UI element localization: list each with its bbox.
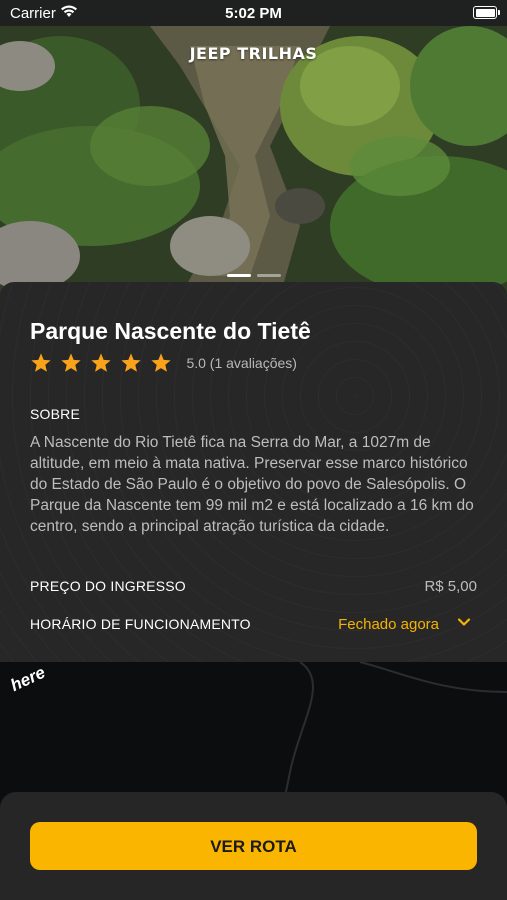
price-label: PREÇO DO INGRESSO (30, 578, 186, 594)
route-button[interactable]: VER ROTA (30, 822, 477, 870)
bottom-action-panel: VER ROTA (0, 792, 507, 900)
status-bar: Carrier 5:02 PM (0, 0, 507, 26)
star-icon (121, 353, 141, 372)
carousel-dot[interactable] (226, 274, 251, 277)
forest-stream-photo (0, 26, 507, 296)
hero-image[interactable]: JEEP TRILHAS (0, 26, 507, 296)
star-icon (151, 353, 171, 372)
price-value: R$ 5,00 (424, 578, 477, 595)
status-time: 5:02 PM (225, 5, 282, 22)
carousel-dot[interactable] (256, 274, 281, 277)
hours-status[interactable]: Fechado agora (338, 616, 439, 633)
place-title: Parque Nascente do Tietê (30, 318, 311, 344)
star-icon (91, 353, 111, 372)
hours-label: HORÁRIO DE FUNCIONAMENTO (30, 616, 251, 632)
star-icon (61, 353, 81, 372)
place-details-card: Parque Nascente do Tietê 5.0 (1 avaliaçõ… (0, 282, 507, 662)
carousel-indicator[interactable] (0, 264, 507, 282)
rating: 5.0 (1 avaliações) (30, 352, 297, 378)
rating-text: 5.0 (1 avaliações) (186, 355, 297, 371)
battery-icon (473, 6, 500, 19)
place-description: A Nascente do Rio Tietê fica na Serra do… (30, 434, 474, 535)
about-label: SOBRE (30, 406, 81, 422)
star-icon (31, 353, 51, 372)
chevron-down-icon[interactable] (457, 615, 471, 629)
app-logo: JEEP TRILHAS (189, 44, 318, 63)
